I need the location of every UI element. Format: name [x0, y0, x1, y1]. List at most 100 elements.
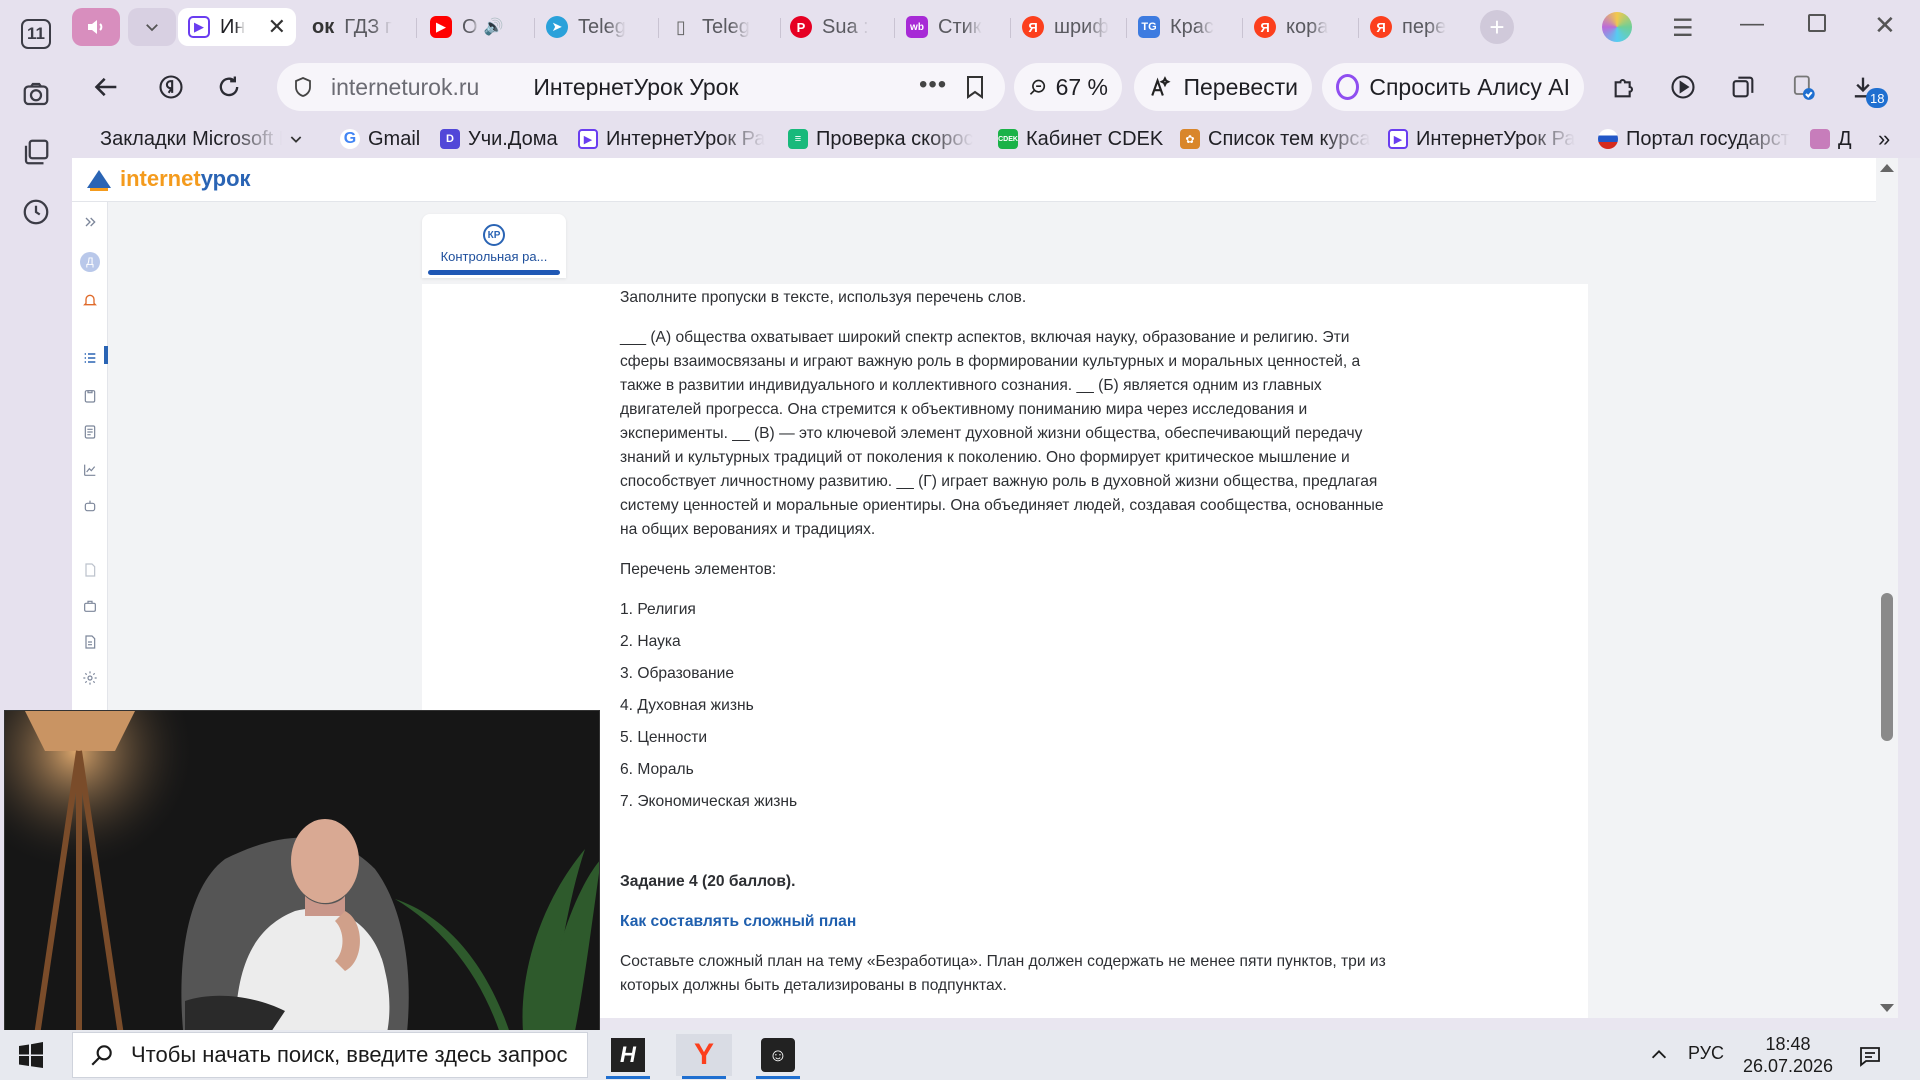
book-logo-icon	[87, 170, 111, 191]
reload-button[interactable]	[210, 68, 248, 106]
clipboard-icon[interactable]	[80, 386, 100, 406]
chat-app-icon: ☺	[761, 1038, 795, 1072]
test-tab[interactable]: КР Контрольная ра...	[422, 214, 566, 278]
restore-icon[interactable]	[1808, 14, 1826, 32]
gear-icon[interactable]	[80, 668, 100, 688]
test-tab-label: Контрольная ра...	[440, 249, 548, 264]
expand-icon[interactable]	[80, 212, 100, 232]
stats-icon[interactable]	[80, 460, 100, 480]
close-tab-icon[interactable]: ✕	[268, 14, 286, 40]
bookmark-label: ИнтернетУрок Ра	[606, 127, 766, 150]
collections-button[interactable]	[1724, 68, 1762, 106]
tab-counter-button[interactable]: 11	[16, 14, 56, 54]
zoom-button[interactable]: 67 %	[1014, 63, 1122, 111]
notifications-icon[interactable]	[80, 290, 100, 310]
bookmark-cdek[interactable]: CDEK Кабинет CDEK	[998, 125, 1163, 153]
minimize-icon[interactable]: —	[1740, 10, 1764, 38]
tab-gdz[interactable]: ок ГДЗ г	[302, 8, 412, 46]
tab-yandex-kora[interactable]: Я кора	[1244, 8, 1356, 46]
tab-telegram[interactable]: ➤ Teleg	[536, 8, 656, 46]
scroll-down-icon[interactable]	[1880, 1004, 1894, 1012]
taskbar-app-h[interactable]: H	[600, 1034, 656, 1079]
bookmark-speedtest[interactable]: ≡ Проверка скорос	[788, 125, 980, 153]
briefcase-icon[interactable]	[80, 596, 100, 616]
profile-avatar[interactable]	[1602, 12, 1632, 42]
screenshot-icon[interactable]	[16, 74, 56, 114]
notes-icon[interactable]	[80, 422, 100, 442]
extension-check-icon	[1793, 75, 1815, 100]
close-window-icon[interactable]: ✕	[1874, 10, 1896, 41]
tab-yandex-pere[interactable]: Я пере	[1360, 8, 1472, 46]
tab-label: Стик	[938, 15, 982, 38]
downloads-button[interactable]: 18	[1844, 68, 1889, 108]
page-scrollbar[interactable]	[1876, 158, 1898, 1018]
address-bar[interactable]: interneturok.ru ИнтернетУрок Урок •••	[277, 63, 1005, 111]
more-icon[interactable]: •••	[919, 71, 947, 99]
bookmark-uchi-doma[interactable]: D Учи.Дома	[440, 125, 558, 153]
tray-clock[interactable]: 18:48 26.07.2026	[1738, 1033, 1838, 1077]
notifications-center-icon[interactable]	[1858, 1044, 1882, 1073]
scrollbar-thumb[interactable]	[1881, 593, 1893, 741]
windows-start-button[interactable]	[18, 1042, 44, 1073]
bookmark-course-topics[interactable]: ✿ Список тем курса	[1180, 125, 1376, 153]
bookmark-label: Gmail	[368, 127, 421, 150]
taskbar-search-input[interactable]: Чтобы начать поиск, введите здесь запрос	[72, 1032, 588, 1078]
translate-button[interactable]: Перевести	[1134, 63, 1312, 111]
plan-guide-link[interactable]: Как составлять сложный план	[620, 910, 1390, 934]
bookmark-label: ИнтернетУрок Ра	[1416, 127, 1576, 150]
tab-tg-kras[interactable]: TG Крас	[1128, 8, 1240, 46]
tab-label: Teleg	[702, 15, 750, 38]
yandex-browser-icon: Y	[693, 1038, 714, 1071]
tab-wildberries[interactable]: wb Стик	[896, 8, 1008, 46]
extension-button[interactable]	[1784, 68, 1822, 106]
tab-youtube[interactable]: ▶ О 🔊	[420, 8, 530, 46]
tab-interneturok[interactable]: ▶ Ин ✕	[178, 8, 296, 46]
tab-audio-icon[interactable]: 🔊	[484, 17, 504, 37]
course-icon: ✿	[1180, 129, 1200, 149]
tab-pinterest[interactable]: P Sua :	[780, 8, 892, 46]
plus-icon: +	[1489, 11, 1505, 42]
taskbar-app-chat[interactable]: ☺	[750, 1034, 806, 1079]
tab-label: пере	[1402, 15, 1447, 38]
site-logo[interactable]: internet урок	[84, 164, 251, 194]
back-button[interactable]	[88, 68, 126, 106]
tab-group-menu-button[interactable]	[128, 8, 176, 46]
audio-playing-button[interactable]	[72, 8, 120, 46]
bookmark-gosuslugi[interactable]: Портал государст	[1598, 125, 1812, 153]
bookmark-folder-microsoft[interactable]: Закладки Microsoft E	[100, 125, 304, 153]
yandex-button[interactable]	[152, 68, 190, 106]
ask-alice-button[interactable]: Спросить Алису AI	[1322, 63, 1584, 111]
video-pip[interactable]	[4, 710, 600, 1048]
task-4-text: Составьте сложный план на тему «Безработ…	[620, 953, 1386, 994]
bookmark-label: Кабинет CDEK	[1026, 127, 1164, 150]
tab-yandex-fonts[interactable]: Я шриф	[1012, 8, 1124, 46]
extensions-button[interactable]	[1606, 68, 1644, 106]
media-button[interactable]	[1664, 68, 1702, 106]
bookmark-gmail[interactable]: G Gmail	[340, 125, 420, 153]
lessons-list-icon[interactable]	[80, 348, 100, 368]
tray-expand-icon[interactable]	[1648, 1044, 1670, 1071]
language-indicator[interactable]: РУС	[1688, 1043, 1724, 1064]
scroll-up-icon[interactable]	[1880, 164, 1894, 172]
new-tab-button[interactable]: +	[1480, 10, 1514, 44]
bookmark-interneturok-2[interactable]: ▶ ИнтернетУрок Ра	[1388, 125, 1584, 153]
robot-icon[interactable]	[80, 496, 100, 516]
collections-icon[interactable]	[16, 132, 56, 172]
chevron-right-double-icon: »	[1878, 126, 1891, 151]
file-icon[interactable]	[80, 632, 100, 652]
tab-separator	[894, 18, 895, 38]
h-app-icon: H	[611, 1038, 645, 1072]
bookmark-anime[interactable]: Д	[1810, 125, 1852, 153]
document-icon[interactable]	[80, 560, 100, 580]
tg-icon: TG	[1138, 16, 1160, 38]
history-icon[interactable]	[16, 192, 56, 232]
bookmarks-overflow-button[interactable]: »	[1878, 125, 1890, 153]
taskbar-app-yandex[interactable]: Y	[676, 1034, 732, 1079]
user-avatar-icon[interactable]: Д	[80, 252, 100, 272]
yandex-logo-icon	[159, 75, 183, 99]
tab-telegram-doc[interactable]: ▯ Teleg	[660, 8, 778, 46]
bookmark-interneturok[interactable]: ▶ ИнтернетУрок Ра	[578, 125, 774, 153]
menu-icon[interactable]: ☰	[1672, 14, 1694, 43]
bookmark-icon[interactable]	[963, 74, 987, 100]
bookmark-label: Портал государст	[1626, 127, 1790, 150]
